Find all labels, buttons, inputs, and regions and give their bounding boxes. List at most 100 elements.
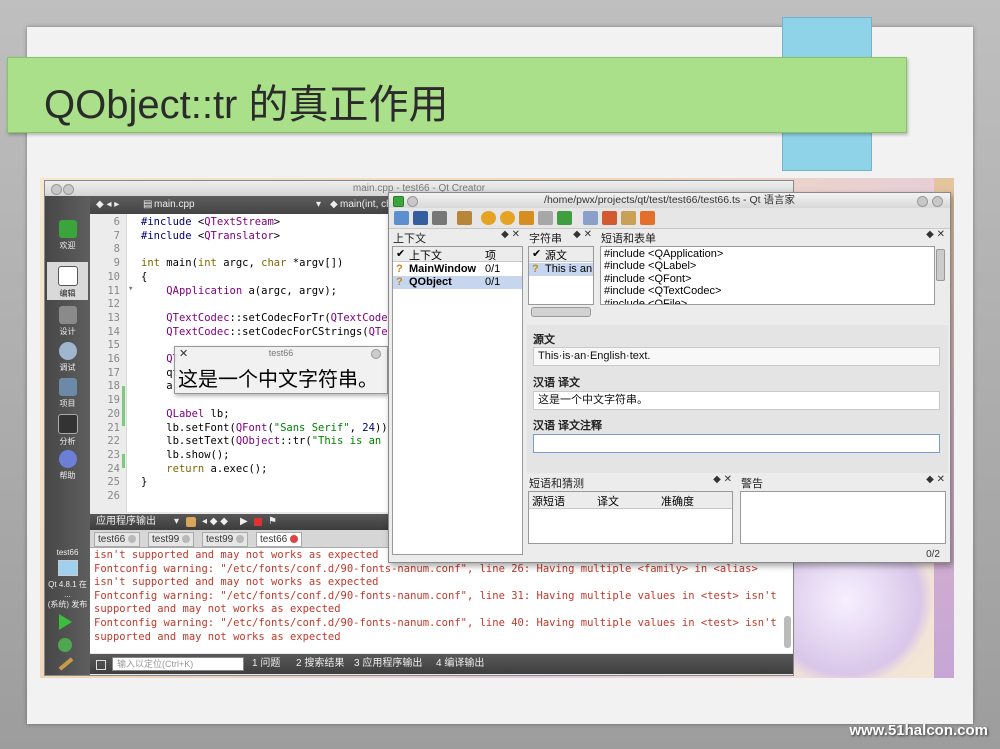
debug-run-icon[interactable] <box>58 638 72 652</box>
output-selector-chevron-icon[interactable]: ▾ <box>174 514 179 530</box>
save-icon[interactable] <box>413 211 428 225</box>
output-tab[interactable]: test99 <box>202 532 249 547</box>
run-output-icon[interactable]: ▶ <box>240 514 248 530</box>
target-selector[interactable]: test66 Qt 4.8.1 在 ... (系统) 发布 <box>45 548 90 610</box>
list-item[interactable]: ? MainWindow 0/1 <box>393 263 522 276</box>
check-icon: ✔ <box>396 248 406 260</box>
horizontal-scrollbar[interactable] <box>531 307 591 317</box>
column-header[interactable]: 源文 <box>545 247 567 263</box>
run-icon[interactable] <box>59 614 72 630</box>
code-line: lb.show(); <box>141 448 230 461</box>
phrase-book-icon[interactable] <box>457 211 472 225</box>
translation-input[interactable]: 这是一个中文字符串。 <box>533 391 940 410</box>
accelerators-icon[interactable] <box>583 211 598 225</box>
next-unfinished-icon[interactable] <box>538 211 553 225</box>
file-icon: ▤ <box>143 199 153 210</box>
app-output-button[interactable]: 3 应用程序输出 <box>354 654 422 674</box>
close-tab-icon[interactable] <box>128 535 137 543</box>
close-icon[interactable]: ✕ <box>179 347 188 360</box>
chevron-down-icon[interactable]: ▾ <box>316 199 321 210</box>
column-header[interactable]: 上下文 <box>409 247 442 263</box>
column-header[interactable]: 准确度 <box>661 493 694 509</box>
search-results-button[interactable]: 2 搜索结果 <box>296 654 344 674</box>
mode-label: 设计 <box>59 327 76 336</box>
locator-input[interactable]: 输入以定位(Ctrl+K) <box>112 657 244 671</box>
line-number: 22 <box>107 435 120 448</box>
minimize-window-icon[interactable] <box>407 196 418 207</box>
panel-controls-icon[interactable]: ◆ ✕ <box>501 229 520 240</box>
panel-controls-icon[interactable]: ◆ ✕ <box>713 474 732 485</box>
warnings-list[interactable] <box>740 491 946 544</box>
mode-label: 欢迎 <box>59 241 76 250</box>
app-icon <box>393 196 404 207</box>
stop-icon[interactable] <box>254 518 262 526</box>
mode-debug[interactable]: 调试 <box>47 338 88 376</box>
test66-window: test66 ✕ 这是一个中文字符串。 <box>174 346 388 394</box>
fold-arrow-icon[interactable]: ▾ <box>128 284 133 294</box>
close-window-icon[interactable] <box>51 184 62 195</box>
phrases-list[interactable]: #include <QApplication> #include <QLabel>… <box>600 246 935 305</box>
minimize-window-icon[interactable] <box>371 349 381 359</box>
nav-arrows-icon[interactable]: ◆ ◂ ▸ <box>96 199 119 210</box>
target-project: test66 <box>56 548 79 557</box>
panel-controls-icon[interactable]: ◆ ✕ <box>926 229 945 240</box>
panel-controls-icon[interactable]: ◆ ✕ <box>926 474 945 485</box>
maximize-window-icon[interactable] <box>917 196 928 207</box>
close-window-icon[interactable] <box>932 196 943 207</box>
mode-design[interactable]: 设计 <box>47 302 88 340</box>
list-item-selected[interactable]: ? This is an <box>529 263 593 276</box>
phrase-line[interactable]: #include <QTextCodec> <box>604 285 721 297</box>
application-output[interactable]: isn't supported and may not works as exp… <box>90 548 793 653</box>
file-tab[interactable]: main.cpp <box>154 199 195 210</box>
placeholder-check-icon[interactable] <box>640 211 655 225</box>
next-icon[interactable] <box>500 211 515 225</box>
code-line: #include <QTranslator> <box>141 229 281 242</box>
comment-input[interactable] <box>533 434 940 453</box>
strings-list[interactable]: ✔ 源文 ? This is an <box>528 246 594 305</box>
close-tab-icon[interactable] <box>236 535 245 543</box>
build-hammer-icon[interactable] <box>58 657 74 671</box>
issues-button[interactable]: 1 问题 <box>252 654 280 674</box>
mode-help[interactable]: 帮助 <box>47 446 88 484</box>
output-tab-active[interactable]: test66 <box>256 532 303 547</box>
guesses-list[interactable]: 源短语 译文 准确度 <box>528 491 733 544</box>
phrase-line[interactable]: #include <QFont> <box>604 273 691 285</box>
phrase-match-icon[interactable] <box>621 211 636 225</box>
vertical-scrollbar[interactable] <box>936 249 945 281</box>
close-tab-icon[interactable] <box>290 535 299 543</box>
phrase-line[interactable]: #include <QFile> <box>604 298 687 304</box>
filter-icon[interactable]: ⚑ <box>268 514 277 530</box>
close-tab-icon[interactable] <box>182 535 191 543</box>
prev-unfinished-icon[interactable] <box>519 211 534 225</box>
function-selector[interactable]: main(int, ch <box>340 199 392 210</box>
string-source: This is an <box>545 263 593 275</box>
minimize-window-icon[interactable] <box>63 184 74 195</box>
step-icons[interactable]: ◂ ◆ ◆ <box>202 514 228 530</box>
open-icon[interactable] <box>394 211 409 225</box>
column-header[interactable]: 项 <box>485 247 496 263</box>
prev-icon[interactable] <box>481 211 496 225</box>
output-tab-label: test66 <box>260 534 288 545</box>
code-line: return a.exec(); <box>166 462 268 475</box>
column-header[interactable]: 译文 <box>597 493 619 509</box>
toggle-sidebar-icon[interactable] <box>96 660 106 670</box>
list-item-selected[interactable]: ? QObject 0/1 <box>393 276 522 289</box>
context-list[interactable]: ✔ 上下文 项 ? MainWindow 0/1 ? QObject 0/1 <box>392 246 523 555</box>
validation-icon[interactable] <box>602 211 617 225</box>
changed-lines-marker <box>122 386 125 426</box>
column-header[interactable]: 源短语 <box>532 493 565 509</box>
phrase-line[interactable]: #include <QLabel> <box>604 260 696 272</box>
phrase-line[interactable]: #include <QApplication> <box>604 248 723 260</box>
reattach-icon[interactable] <box>186 517 196 527</box>
compile-output-button[interactable]: 4 编译输出 <box>436 654 484 674</box>
mode-projects[interactable]: 项目 <box>47 374 88 412</box>
output-tab[interactable]: test99 <box>148 532 195 547</box>
panel-controls-icon[interactable]: ◆ ✕ <box>573 229 592 240</box>
mode-welcome[interactable]: 欢迎 <box>47 216 88 254</box>
output-tab[interactable]: test66 <box>94 532 141 547</box>
mode-analyze[interactable]: 分析 <box>47 410 88 448</box>
output-scrollbar[interactable] <box>784 616 791 648</box>
mode-edit[interactable]: 编辑 <box>47 262 88 300</box>
print-icon[interactable] <box>432 211 447 225</box>
done-next-icon[interactable] <box>557 211 572 225</box>
